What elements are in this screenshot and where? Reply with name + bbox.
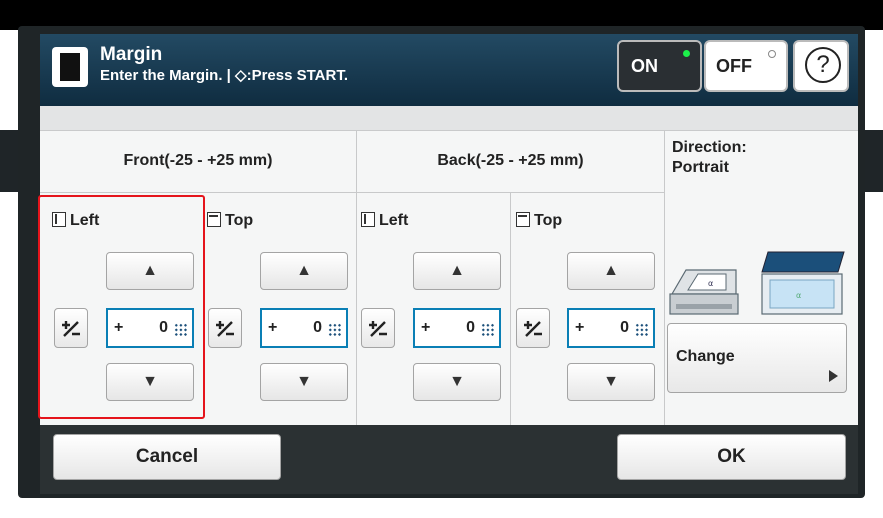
- selection-highlight: [38, 195, 205, 419]
- direction-value: Portrait: [672, 159, 729, 176]
- keypad-icon: [635, 323, 649, 337]
- divider: [664, 131, 665, 425]
- front-top-label: Top: [207, 212, 253, 230]
- cancel-button[interactable]: Cancel: [53, 434, 281, 480]
- back-left-label: Left: [361, 212, 408, 230]
- back-top-value-field[interactable]: + 0: [567, 308, 655, 348]
- front-top-text: Top: [225, 212, 254, 229]
- divider: [40, 192, 664, 193]
- separator-bar: [40, 106, 858, 131]
- ok-button[interactable]: OK: [617, 434, 846, 480]
- back-top-label: Top: [516, 212, 562, 230]
- arrow-right-icon: [829, 370, 838, 382]
- page-subtitle: Enter the Margin. | ◇:Press START.: [100, 67, 348, 84]
- page-title: Margin: [100, 44, 163, 65]
- front-top-value: 0: [313, 319, 322, 336]
- back-top-sign-button[interactable]: [516, 308, 550, 348]
- divider: [510, 192, 511, 425]
- off-indicator-icon: [768, 50, 776, 58]
- back-left-value: 0: [466, 319, 475, 336]
- plus-minus-icon: [369, 321, 387, 337]
- top-margin-icon: [516, 212, 530, 227]
- top-margin-icon: [207, 212, 221, 227]
- change-direction-button[interactable]: Change: [667, 323, 847, 393]
- back-top-sign: +: [575, 319, 585, 336]
- front-top-sign-button[interactable]: [208, 308, 242, 348]
- front-top-sign: +: [268, 319, 278, 336]
- left-margin-icon: [361, 212, 375, 227]
- front-top-value-field[interactable]: + 0: [260, 308, 348, 348]
- on-button[interactable]: ON: [617, 40, 702, 92]
- plus-minus-icon: [216, 321, 234, 337]
- back-top-text: Top: [534, 212, 563, 229]
- back-left-text: Left: [379, 212, 409, 229]
- on-label: ON: [631, 56, 658, 76]
- back-left-up-button[interactable]: ▲: [413, 252, 501, 290]
- front-top-up-button[interactable]: ▲: [260, 252, 348, 290]
- back-top-up-button[interactable]: ▲: [567, 252, 655, 290]
- front-top-down-button[interactable]: ▼: [260, 363, 348, 401]
- back-left-sign: +: [421, 319, 431, 336]
- plus-minus-icon: [524, 321, 542, 337]
- off-label: OFF: [716, 56, 752, 76]
- keypad-icon: [328, 323, 342, 337]
- svg-text:α: α: [796, 291, 801, 300]
- direction-label: Direction: Portrait: [672, 138, 747, 178]
- svg-text:α: α: [708, 279, 713, 288]
- front-heading: Front(-25 - +25 mm): [123, 152, 273, 169]
- direction-title: Direction:: [672, 139, 747, 156]
- back-top-down-button[interactable]: ▼: [567, 363, 655, 401]
- back-left-value-field[interactable]: + 0: [413, 308, 501, 348]
- off-button[interactable]: OFF: [704, 40, 788, 92]
- back-top-value: 0: [620, 319, 629, 336]
- divider: [356, 131, 357, 425]
- help-button[interactable]: ?: [793, 40, 849, 92]
- flatbed-icon: α: [761, 251, 845, 315]
- back-left-down-button[interactable]: ▼: [413, 363, 501, 401]
- change-label: Change: [676, 348, 735, 365]
- margin-icon: [52, 47, 88, 87]
- back-left-sign-button[interactable]: [361, 308, 395, 348]
- help-icon: ?: [805, 47, 841, 83]
- keypad-icon: [481, 323, 495, 337]
- back-heading: Back(-25 - +25 mm): [437, 152, 584, 169]
- on-indicator-icon: [683, 50, 690, 57]
- adf-scanner-icon: α: [669, 269, 739, 315]
